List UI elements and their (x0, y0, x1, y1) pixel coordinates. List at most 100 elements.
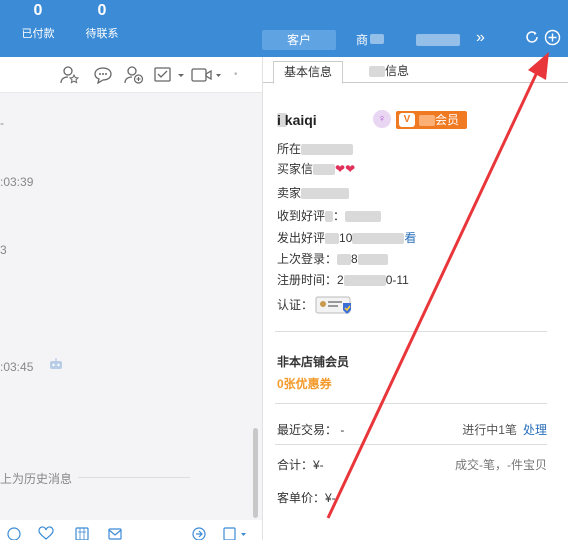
chat-bubble-icon[interactable] (93, 66, 113, 84)
info-received-reviews-label: 收到好评 (277, 209, 326, 223)
coupon-count[interactable]: 0张优惠券 (277, 375, 332, 392)
chat-fragment: - (0, 116, 4, 130)
info-certification-label: 认证： (277, 298, 314, 312)
info-buyer-credit-label: 买家信 (277, 162, 314, 176)
info-register-time-label: 注册时间： (277, 273, 338, 287)
tab-basic-info-label: 基本信息 (284, 65, 333, 79)
chat-timestamp: :03:45 (0, 360, 34, 374)
certification-badge-icon[interactable] (315, 295, 355, 317)
paid-count: 0 (33, 2, 43, 19)
unit-price-row: 客单价：¥- (277, 489, 547, 506)
recent-trade-row: 最近交易： - 进行中1笔 处理 (277, 421, 547, 438)
add-circle-icon[interactable] (544, 29, 561, 46)
double-chevron-right-icon[interactable]: » (476, 29, 485, 47)
info-received-reviews-sep: ： (333, 209, 346, 223)
info-sent-reviews-value: 10 (339, 231, 353, 245)
toolbar-separator: • (234, 69, 238, 80)
info-register-time: 注册时间：2 0-11 (277, 272, 409, 288)
chat-scrollbar[interactable] (253, 428, 258, 518)
section-divider (275, 444, 547, 445)
customer-info-panel: 基本信息 信息 i kaiqi ♀ V 会员 所在 买家信 ❤❤ 卖家 收到好评： … (262, 57, 568, 540)
info-seller-credit-label: 卖家 (277, 186, 302, 200)
info-last-login-value: 8 (351, 252, 358, 266)
info-register-time-end: 0-11 (385, 273, 409, 287)
tab-other-info-label: 信息 (385, 64, 410, 78)
chat-toolbar: • (0, 57, 262, 93)
paid-stat[interactable]: 0 已付款 (8, 2, 68, 41)
vip-label: 会员 (435, 113, 460, 127)
vip-badge[interactable]: V 会员 (396, 111, 468, 129)
quick-phrase-dropdown-icon[interactable] (222, 526, 248, 540)
unit-price-label: 客单价：¥- (277, 491, 336, 505)
video-call-icon[interactable] (191, 66, 221, 84)
redacted-tab-blur (416, 34, 460, 46)
input-toolbar (0, 520, 262, 540)
redacted-blur (343, 275, 386, 287)
redacted-blur (370, 34, 384, 44)
redacted-blur (357, 254, 388, 266)
info-sent-reviews-label: 发出好评 (277, 231, 326, 245)
recent-trade-label: 最近交易： (277, 423, 338, 437)
member-status: 非本店铺会员 (277, 355, 350, 369)
redacted-blur (325, 233, 340, 245)
total-label: 合计：¥- (277, 458, 324, 472)
view-reviews-link[interactable]: 看 (404, 231, 416, 245)
tab-goods-label: 商 (355, 33, 368, 47)
tab-customer-label: 客户 (286, 33, 311, 47)
robot-icon (50, 358, 62, 369)
handle-trade-link[interactable]: 处理 (523, 423, 547, 437)
to-contact-label: 待联系 (85, 28, 119, 40)
info-sent-reviews: 发出好评 10 看 (277, 230, 416, 246)
gender-icon: ♀ (373, 110, 391, 128)
total-row: 合计：¥- 成交-笔，-件宝贝 (277, 456, 547, 473)
info-seller-credit: 卖家 (277, 185, 350, 201)
history-divider-label: 上为历史消息 (0, 472, 73, 486)
paid-label: 已付款 (21, 28, 55, 40)
to-contact-stat[interactable]: 0 待联系 (72, 2, 132, 41)
redacted-blur (345, 211, 382, 223)
user-star-icon[interactable] (60, 66, 80, 84)
tab-other-info[interactable]: 信息 (359, 61, 419, 84)
tab-customer[interactable]: 客户 (262, 30, 336, 50)
trade-in-progress: 进行中1笔 (462, 423, 517, 437)
info-certification: 认证： (277, 297, 313, 313)
vip-icon: V (399, 113, 415, 127)
trade-summary: 成交-笔，-件宝贝 (455, 458, 547, 472)
order-dropdown-icon[interactable] (154, 66, 184, 84)
emoji-icon[interactable] (6, 526, 22, 540)
redacted-blur (337, 254, 352, 266)
user-add-icon[interactable] (124, 66, 144, 84)
info-location: 所在 (277, 141, 354, 157)
info-received-reviews: 收到好评 ： (277, 208, 382, 224)
buyer-credit-hearts: ❤❤ (335, 162, 356, 176)
redacted-blur (352, 233, 405, 245)
chat-message-area[interactable]: - :03:39 3 :03:45 上为历史消息 (0, 93, 262, 520)
forward-icon[interactable] (191, 526, 207, 540)
section-divider (275, 403, 547, 404)
info-last-login: 上次登录： 8 (277, 251, 388, 267)
chat-fragment: 3 (0, 243, 7, 257)
history-divider-line (78, 477, 190, 478)
redacted-blur (301, 144, 354, 156)
calculator-icon[interactable] (74, 526, 90, 540)
section-divider (275, 331, 547, 332)
tab-goods[interactable]: 商 (345, 30, 395, 50)
redacted-blur (369, 66, 385, 78)
redacted-blur (419, 115, 435, 127)
chat-timestamp: :03:39 (0, 175, 34, 189)
tab-basic-info[interactable]: 基本信息 (273, 61, 344, 84)
redacted-blur (313, 164, 336, 176)
top-header: 0 已付款 0 待联系 客户 商 » (0, 0, 568, 57)
panel-tabs: 基本信息 信息 (263, 57, 568, 84)
redacted-blur (301, 188, 350, 200)
heart-icon[interactable] (38, 526, 54, 540)
info-last-login-label: 上次登录： (277, 252, 338, 266)
customer-username[interactable]: i kaiqi (277, 112, 317, 128)
mail-icon[interactable] (107, 526, 123, 540)
info-register-time-value: 2 (337, 273, 344, 287)
redacted-blur (325, 211, 334, 223)
info-buyer-credit: 买家信 ❤❤ (277, 161, 355, 177)
recent-trade-value: - (340, 423, 345, 437)
info-location-label: 所在 (277, 142, 302, 156)
refresh-icon[interactable] (524, 29, 540, 45)
